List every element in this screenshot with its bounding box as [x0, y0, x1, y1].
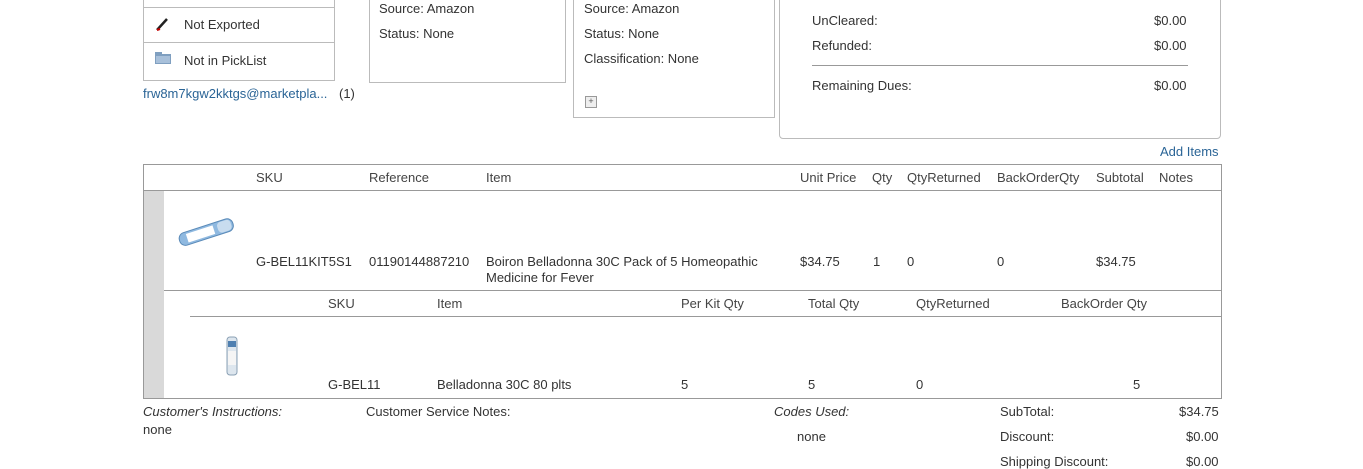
kit-subtable: SKU Item Per Kit Qty Total Qty QtyReturn… [164, 290, 1221, 399]
customer-status: Status: None [584, 26, 660, 41]
table-row: G-BEL11KIT5S1 01190144887210 Boiron Bell… [164, 191, 1221, 290]
product-image [174, 211, 242, 254]
row-reference: 01190144887210 [369, 254, 470, 269]
refunded-label: Refunded: [812, 38, 872, 53]
row-item-line2: Medicine for Fever [486, 270, 594, 285]
email-count: (1) [339, 86, 355, 101]
payment-summary-box: UnCleared: $0.00 Refunded: $0.00 Remaini… [779, 0, 1221, 139]
col-subtotal: Subtotal [1096, 170, 1144, 185]
col-qty: Qty [872, 170, 893, 185]
customer-info-box: Source: Amazon Status: None Classificati… [573, 0, 775, 118]
subtotal-label: SubTotal: [1000, 404, 1055, 419]
row-qty-returned: 0 [907, 254, 915, 269]
pencil-icon [154, 16, 170, 35]
order-source: Source: Amazon [379, 1, 475, 16]
kit-col-backorder-qty: BackOrder Qty [1061, 296, 1147, 311]
row-qty: 1 [873, 254, 881, 269]
row-gutter [144, 191, 164, 398]
subtotal-value: $34.75 [1179, 404, 1219, 419]
order-info-box: Source: Amazon Status: None [369, 0, 566, 83]
kit-row-total-qty: 5 [808, 377, 816, 392]
col-reference: Reference [369, 170, 429, 185]
shipping-discount-label: Shipping Discount: [1000, 454, 1109, 469]
col-qty-returned: QtyReturned [907, 170, 981, 185]
codes-used-value: none [797, 429, 826, 444]
kit-row-backorder-qty: 5 [1133, 377, 1141, 392]
kit-row-qty-returned: 0 [916, 377, 924, 392]
row-subtotal: $34.75 [1096, 254, 1136, 269]
items-table: SKU Reference Item Unit Price Qty QtyRet… [143, 164, 1222, 399]
col-unit-price: Unit Price [800, 170, 857, 185]
service-notes-label: Customer Service Notes: [366, 404, 511, 419]
row-backorder-qty: 0 [997, 254, 1005, 269]
discount-value: $0.00 [1186, 429, 1219, 444]
row-sku: G-BEL11KIT5S1 [256, 254, 352, 269]
col-notes: Notes [1159, 170, 1193, 185]
kit-row-item: Belladonna 30C 80 plts [437, 377, 572, 392]
customer-classification: Classification: None [584, 51, 699, 66]
divider [812, 65, 1188, 66]
row-item-line1: Boiron Belladonna 30C Pack of 5 Homeopat… [486, 254, 758, 269]
menu-item-label: Not in PickList [184, 53, 267, 68]
customer-instructions-value: none [143, 422, 172, 437]
kit-product-image [224, 335, 240, 380]
menu-item-not-in-picklist[interactable]: Not in PickList [144, 43, 334, 77]
codes-used-label: Codes Used: [774, 404, 850, 419]
row-unit-price: $34.75 [800, 254, 840, 269]
kit-col-per-kit-qty: Per Kit Qty [681, 296, 744, 311]
status-menu: Not Exported Not in PickList [143, 0, 335, 81]
customer-source: Source: Amazon [584, 1, 680, 16]
expand-button[interactable]: + [585, 96, 597, 108]
menu-item-label: Not Exported [184, 17, 260, 32]
order-status: Status: None [379, 26, 455, 41]
kit-row: G-BEL11 Belladonna 30C 80 plts 5 5 0 5 [190, 317, 1221, 399]
shipping-discount-value: $0.00 [1186, 454, 1219, 469]
col-backorder-qty: BackOrderQty [997, 170, 1080, 185]
uncleared-label: UnCleared: [812, 13, 878, 28]
col-item: Item [486, 170, 512, 185]
kit-subtable-header: SKU Item Per Kit Qty Total Qty QtyReturn… [190, 291, 1221, 317]
refunded-value: $0.00 [1154, 38, 1187, 53]
remaining-dues-label: Remaining Dues: [812, 78, 912, 93]
menu-item-not-exported[interactable]: Not Exported [144, 7, 334, 43]
kit-col-total-qty: Total Qty [808, 296, 860, 311]
add-items-link[interactable]: Add Items [1160, 144, 1219, 159]
kit-col-qty-returned: QtyReturned [916, 296, 990, 311]
kit-row-sku: G-BEL11 [328, 377, 381, 392]
kit-col-item: Item [437, 296, 463, 311]
folder-icon [154, 51, 172, 68]
col-sku: SKU [256, 170, 283, 185]
kit-col-sku: SKU [328, 296, 355, 311]
customer-email-link[interactable]: frw8m7kgw2kktgs@marketpla... [143, 86, 327, 101]
items-table-header: SKU Reference Item Unit Price Qty QtyRet… [144, 165, 1221, 191]
discount-label: Discount: [1000, 429, 1055, 444]
remaining-dues-value: $0.00 [1154, 78, 1187, 93]
customer-instructions-label: Customer's Instructions: [143, 404, 283, 419]
uncleared-value: $0.00 [1154, 13, 1187, 28]
kit-row-per-kit-qty: 5 [681, 377, 689, 392]
